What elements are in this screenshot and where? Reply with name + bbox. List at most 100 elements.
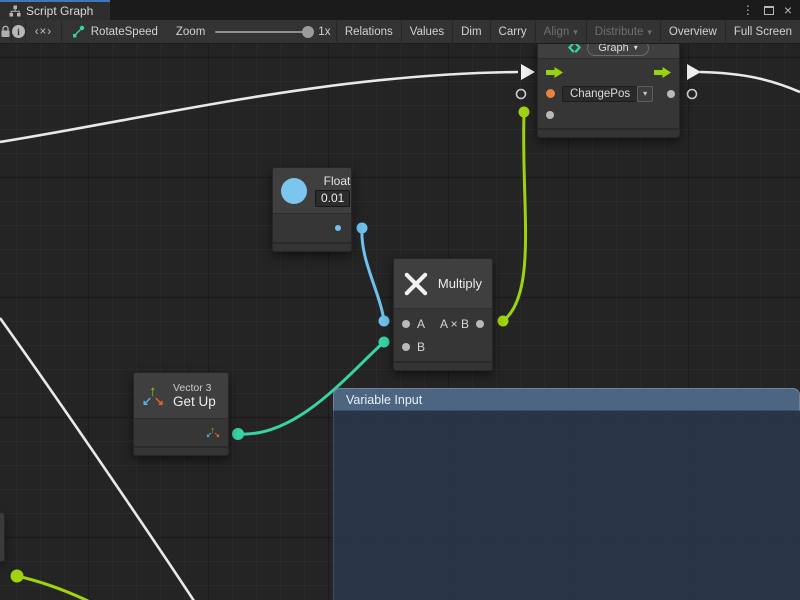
window-controls: ⋮ × <box>742 0 800 20</box>
distribute-dropdown[interactable]: Distribute ▾ <box>587 20 661 44</box>
wire-dot-multiply-result[interactable] <box>498 316 509 327</box>
vector-title: Get Up <box>173 394 216 410</box>
event-input-row <box>538 104 679 125</box>
port-a[interactable] <box>402 320 410 328</box>
control-out-triangle-port[interactable] <box>687 64 701 80</box>
tab-bar-spacer <box>110 0 742 20</box>
relations-button[interactable]: Relations <box>337 20 402 44</box>
lock-button[interactable] <box>0 20 12 44</box>
float-value-field[interactable]: 0.01 <box>315 190 350 207</box>
event-node-body: ChangePos ▾ <box>538 59 679 128</box>
multiply-node-header[interactable]: Multiply <box>394 259 492 309</box>
maximize-icon[interactable] <box>764 6 774 15</box>
align-dropdown[interactable]: Align ▾ <box>536 20 587 44</box>
wire-dot-event-input[interactable] <box>519 107 530 118</box>
zoom-slider-handle[interactable] <box>302 26 314 38</box>
variable-input-header[interactable]: Variable Input <box>333 388 800 411</box>
port-b[interactable] <box>402 343 410 351</box>
output-port[interactable] <box>667 90 675 98</box>
wire-dot-float-output[interactable] <box>357 223 368 234</box>
event-variable-row: ChangePos ▾ <box>538 83 679 104</box>
distribute-label: Distribute <box>595 26 644 38</box>
wire-lime-bottom-left[interactable] <box>17 576 110 600</box>
close-icon[interactable]: × <box>784 3 792 17</box>
graph-reference-breadcrumb[interactable]: RotateSpeed <box>62 20 168 44</box>
multiply-row-b: B <box>394 335 492 358</box>
port-a-label: A <box>417 317 425 331</box>
dim-button[interactable]: Dim <box>453 20 490 44</box>
multiply-node[interactable]: Multiply A A × B B <box>393 258 493 371</box>
vector-node-header[interactable]: ↑ ↙ ↘ Vector 3 Get Up <box>134 373 228 419</box>
float-node-body <box>273 214 351 242</box>
overview-label: Overview <box>669 26 717 38</box>
wire-dot-multiply-b[interactable] <box>379 337 390 348</box>
graph-ref-icon <box>72 25 85 38</box>
multiply-node-footer <box>394 361 492 370</box>
value-input-port[interactable] <box>546 111 554 119</box>
control-in-triangle-port[interactable] <box>521 64 535 80</box>
wire-dot-multiply-a[interactable] <box>379 316 390 327</box>
vector3-get-up-node[interactable]: ↑ ↙ ↘ Vector 3 Get Up ↑ ↙ ↘ <box>133 372 229 456</box>
variable-dropdown[interactable]: ChangePos ▾ <box>562 86 653 102</box>
graph-hierarchy-icon <box>9 5 21 17</box>
tab-bar: Script Graph ⋮ × <box>0 0 800 20</box>
graph-canvas[interactable]: Graph ▾ ChangePos ▾ <box>0 44 800 600</box>
float-header-text: Float 0.01 <box>315 174 350 207</box>
hollow-port-right[interactable] <box>688 90 697 99</box>
wire-dot-bottom-left[interactable] <box>11 570 24 583</box>
lock-icon <box>0 25 11 38</box>
float-node[interactable]: Float 0.01 <box>272 167 352 252</box>
wire-float-to-multiply[interactable] <box>362 228 384 321</box>
chevron-down-icon: ▾ <box>573 27 578 38</box>
carry-button[interactable]: Carry <box>491 20 536 44</box>
multiply-node-body: A A × B B <box>394 309 492 361</box>
down-left-arrow-icon: ↙ <box>206 432 212 439</box>
multiply-row-a: A A × B <box>394 312 492 335</box>
hollow-port-left[interactable] <box>517 90 526 99</box>
down-right-arrow-icon: ↘ <box>154 395 164 407</box>
vector-header-text: Vector 3 Get Up <box>173 382 216 410</box>
vector-node-footer <box>134 446 228 455</box>
zoom-slider[interactable] <box>215 31 309 33</box>
tab-script-graph[interactable]: Script Graph <box>0 0 110 20</box>
vector3-output-port-icon[interactable]: ↑ ↙ ↘ <box>207 426 220 439</box>
port-result[interactable] <box>476 320 484 328</box>
variable-dropdown-value[interactable]: ChangePos <box>562 86 637 102</box>
multiply-icon <box>404 271 428 297</box>
values-button[interactable]: Values <box>402 20 453 44</box>
menu-icon[interactable]: ⋮ <box>742 4 754 16</box>
align-label: Align <box>544 26 570 38</box>
full-screen-button[interactable]: Full Screen <box>726 20 800 44</box>
offscreen-node-edge[interactable] <box>0 512 5 562</box>
event-flow-row <box>538 62 679 83</box>
wire-multiply-to-event[interactable] <box>503 114 526 321</box>
variable-input-title: Variable Input <box>346 393 422 407</box>
event-node[interactable]: Graph ▾ ChangePos ▾ <box>537 44 680 138</box>
variable-input-body[interactable] <box>333 411 800 600</box>
graph-dropdown[interactable]: Graph ▾ <box>587 44 649 56</box>
wire-dot-vector-output[interactable] <box>232 428 244 440</box>
inspect-button[interactable]: i <box>12 20 26 44</box>
code-icon: ‹×› <box>35 26 52 38</box>
float-title: Float <box>324 174 351 188</box>
graph-toolbar: i ‹×› RotateSpeed Zoom 1x Relations Valu… <box>0 20 800 44</box>
relations-label: Relations <box>345 26 393 38</box>
full-screen-label: Full Screen <box>734 26 792 38</box>
variable-input-group[interactable]: Variable Input <box>333 388 800 600</box>
code-preview-button[interactable]: ‹×› <box>26 20 62 44</box>
wire-white-diagonal[interactable] <box>0 318 200 600</box>
event-node-header[interactable]: Graph ▾ <box>538 44 679 59</box>
flow-out-arrow-icon[interactable] <box>654 67 671 78</box>
overview-button[interactable]: Overview <box>661 20 726 44</box>
port-result-label: A × B <box>440 317 469 331</box>
script-graph-window: Script Graph ⋮ × i ‹×› Ro <box>0 0 800 600</box>
flow-in-arrow-icon[interactable] <box>546 67 563 78</box>
variable-dropdown-button[interactable]: ▾ <box>637 86 653 102</box>
float-node-header[interactable]: Float 0.01 <box>273 168 351 214</box>
wire-control-out[interactable] <box>700 72 800 92</box>
wire-control-in[interactable] <box>0 72 518 142</box>
multiply-title: Multiply <box>438 276 482 291</box>
float-output-port[interactable] <box>335 225 341 231</box>
variable-port[interactable] <box>546 89 555 98</box>
values-label: Values <box>410 26 444 38</box>
